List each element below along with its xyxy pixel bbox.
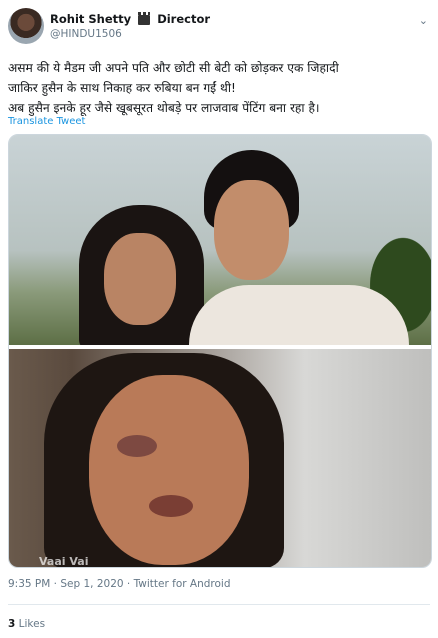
author-title: Director bbox=[157, 12, 211, 26]
woman-face-bottom bbox=[89, 375, 249, 565]
video-watermark: Vaai Vai bbox=[39, 555, 89, 568]
tweet-line-2: जाकिर हुसैन के साथ निकाह कर रुबिया बन गई… bbox=[8, 81, 236, 95]
meta-separator: · bbox=[126, 578, 131, 590]
tweet-header: Rohit Shetty Director @HINDU1506 ⌄ bbox=[8, 8, 430, 48]
bruise bbox=[117, 435, 157, 457]
clapperboard-icon bbox=[138, 11, 151, 25]
tweet-line-3: अब हुसैन इनके हूर जैसे खूबसूरत थोबड़े पर… bbox=[8, 101, 320, 115]
translate-tweet-link[interactable]: Translate Tweet bbox=[8, 116, 85, 127]
author-handle[interactable]: @HINDU1506 bbox=[50, 28, 210, 40]
meta-separator: · bbox=[53, 578, 57, 590]
couple-photo[interactable] bbox=[9, 135, 431, 355]
likes-stat[interactable]: 3 Likes bbox=[8, 618, 45, 630]
author-info: Rohit Shetty Director @HINDU1506 bbox=[50, 11, 211, 40]
divider bbox=[8, 604, 430, 605]
man-face bbox=[214, 180, 289, 280]
mouth bbox=[149, 495, 193, 517]
tweet-source[interactable]: Twitter for Android bbox=[134, 578, 231, 590]
tweet-time[interactable]: 9:35 PM bbox=[8, 578, 50, 590]
author-name[interactable]: Rohit Shetty bbox=[50, 12, 131, 26]
display-name[interactable]: Rohit Shetty Director bbox=[50, 11, 211, 26]
tweet-media[interactable]: Vaai Vai bbox=[8, 134, 432, 568]
tweet-line-1: असम की ये मैडम जी अपने पति और छोटी सी बे… bbox=[8, 61, 339, 75]
tweet-text: असम की ये मैडम जी अपने पति और छोटी सी बे… bbox=[8, 58, 428, 118]
likes-label: Likes bbox=[18, 618, 46, 630]
tweet-date[interactable]: Sep 1, 2020 bbox=[60, 578, 123, 590]
chevron-down-icon[interactable]: ⌄ bbox=[419, 14, 428, 27]
likes-count: 3 bbox=[8, 618, 16, 630]
tweet-metadata: 9:35 PM · Sep 1, 2020 · Twitter for Andr… bbox=[8, 578, 231, 590]
avatar[interactable] bbox=[8, 8, 44, 44]
woman-face bbox=[104, 233, 176, 325]
